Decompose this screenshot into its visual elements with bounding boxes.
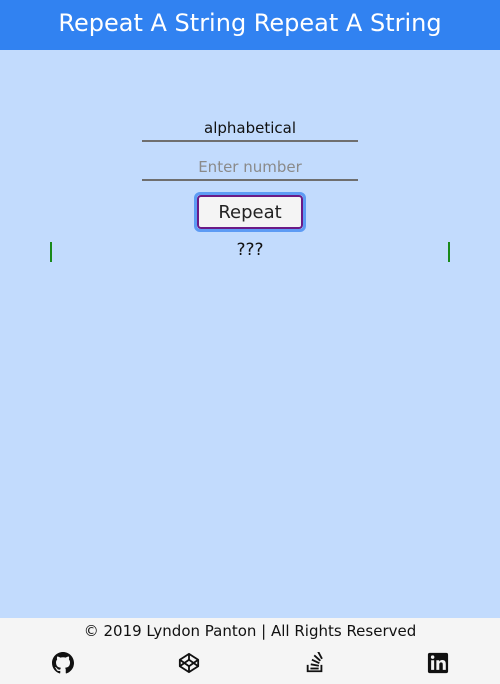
page-title: Repeat A String Repeat A String xyxy=(0,0,500,50)
linkedin-icon[interactable] xyxy=(427,652,449,674)
copyright-text: © 2019 Lyndon Panton | All Rights Reserv… xyxy=(83,622,417,640)
number-input[interactable] xyxy=(142,155,358,181)
repeat-button[interactable]: Repeat xyxy=(197,195,303,229)
footer: © 2019 Lyndon Panton | All Rights Reserv… xyxy=(0,618,500,684)
stackoverflow-icon[interactable] xyxy=(304,652,326,674)
output-right-border xyxy=(448,242,450,262)
string-input[interactable] xyxy=(142,116,358,142)
codepen-icon[interactable] xyxy=(178,652,200,674)
output-text: ??? xyxy=(236,240,264,260)
github-icon[interactable] xyxy=(52,652,74,674)
